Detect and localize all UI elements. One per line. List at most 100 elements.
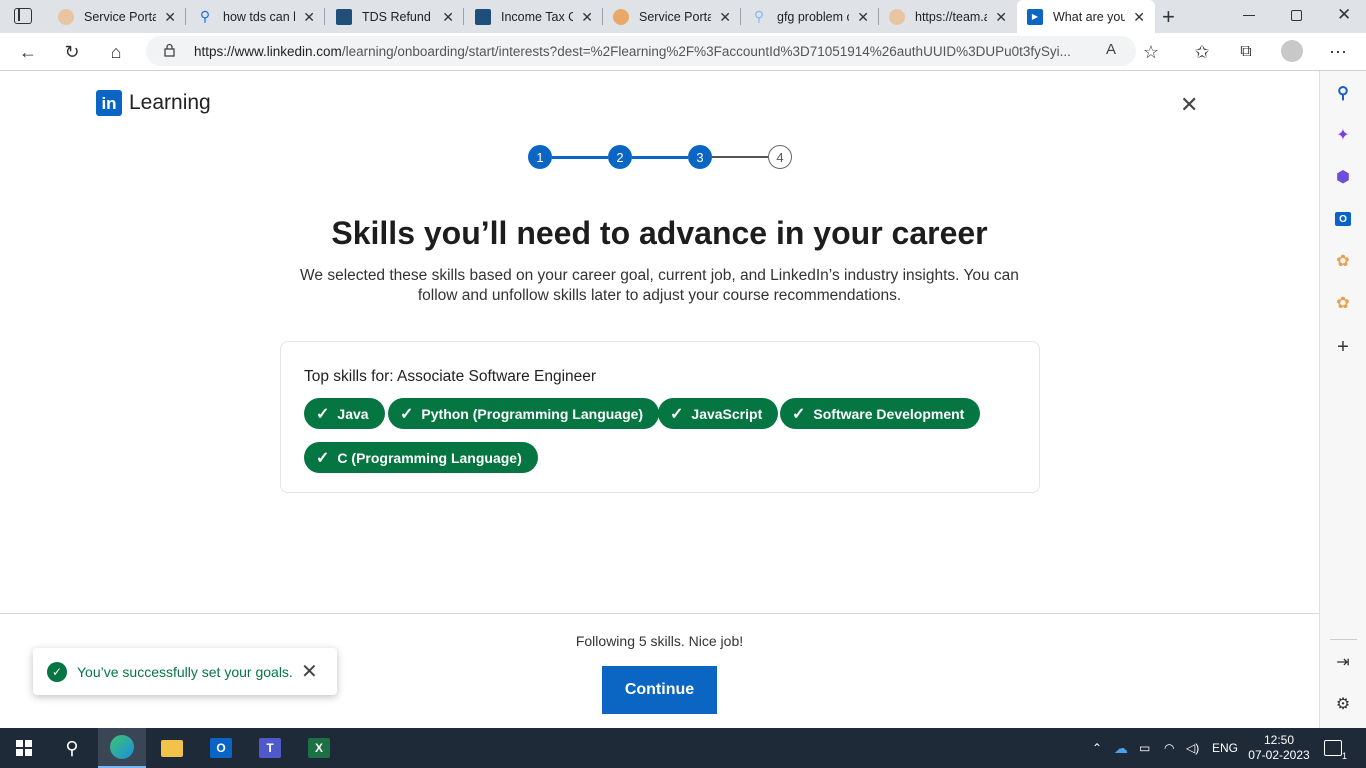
income-tax-icon: [336, 8, 352, 25]
refresh-icon[interactable]: ↻: [57, 37, 87, 67]
home-icon[interactable]: ⌂: [101, 37, 131, 67]
search-icon: ⚲: [753, 8, 765, 24]
checkmark-icon: ✓: [670, 405, 684, 423]
notification-count: 1: [1341, 751, 1347, 761]
skills-card: Top skills for: Associate Software Engin…: [280, 341, 1040, 493]
notification-icon[interactable]: 1: [1324, 728, 1347, 768]
url-path: /learning/onboarding/start/interests?des…: [341, 43, 1071, 59]
skill-pill-java[interactable]: ✓ Java: [304, 398, 385, 429]
close-icon[interactable]: ✕: [1180, 92, 1198, 118]
main-content: in Learning ✕ 1 2 3 4 Skills you’ll need…: [0, 71, 1319, 728]
skill-pill-python[interactable]: ✓ Python (Programming Language): [388, 398, 660, 429]
back-icon[interactable]: ←: [13, 37, 43, 67]
add-favorite-icon[interactable]: ☆: [1136, 37, 1166, 67]
lock-icon[interactable]: [164, 43, 175, 57]
browser-tab[interactable]: Service Portal ✕: [603, 0, 741, 33]
linkedin-learning-logo: in Learning: [96, 90, 211, 116]
success-toast: ✓ You’ve successfully set your goals. ✕: [33, 648, 337, 695]
browser-tab[interactable]: Income Tax C ✕: [465, 0, 603, 33]
tab-actions-icon[interactable]: [14, 8, 32, 24]
browser-toolbar: ← ↻ ⌂ https://www.linkedin.com/learning/…: [0, 33, 1366, 71]
edge-icon[interactable]: [98, 728, 146, 768]
close-tab-icon[interactable]: ✕: [442, 9, 454, 26]
page-title: Skills you’ll need to advance in your ca…: [331, 215, 988, 251]
office-icon[interactable]: ⬢: [1332, 166, 1354, 188]
profile-avatar[interactable]: [1281, 40, 1303, 62]
close-tab-icon[interactable]: ✕: [995, 9, 1007, 26]
windows-taskbar: ⚲ O T X ⌃ ☁ ▭ ◠ ◁) ENG 12:50 07-02-2023 …: [0, 728, 1366, 768]
browser-tab[interactable]: TDS Refund - ✕: [326, 0, 464, 33]
close-tab-icon[interactable]: ✕: [303, 9, 315, 26]
clock-time: 12:50: [1263, 733, 1295, 747]
browser-tab[interactable]: ⚲ gfg problem o ✕: [741, 0, 879, 33]
stepper-line: [632, 156, 688, 159]
continue-button[interactable]: Continue: [602, 666, 717, 714]
address-bar[interactable]: https://www.linkedin.com/learning/onboar…: [146, 36, 1136, 66]
sidebar-settings-icon[interactable]: ⚙: [1332, 693, 1354, 715]
search-icon[interactable]: ⚲: [1332, 82, 1354, 104]
excel-icon[interactable]: X: [295, 728, 343, 768]
file-explorer-icon[interactable]: [148, 728, 196, 768]
stepper-line: [712, 156, 768, 158]
add-sidebar-app-icon[interactable]: +: [1332, 336, 1354, 358]
close-window-button[interactable]: ✕: [1337, 5, 1351, 25]
outlook-icon[interactable]: O: [1332, 208, 1354, 230]
restore-button[interactable]: [1291, 10, 1302, 21]
service-portal-icon: [889, 8, 905, 25]
browser-tab[interactable]: https://team.a ✕: [879, 0, 1017, 33]
copilot-icon[interactable]: ✦: [1332, 124, 1354, 146]
close-tab-icon[interactable]: ✕: [164, 9, 176, 26]
show-hidden-icons[interactable]: ⌃: [1092, 728, 1102, 768]
checkmark-icon: ✓: [316, 405, 330, 423]
volume-icon[interactable]: ◁): [1186, 728, 1199, 768]
browser-tab[interactable]: ⚲ how tds can b ✕: [187, 0, 325, 33]
close-tab-icon[interactable]: ✕: [1133, 9, 1145, 26]
checkmark-icon: ✓: [792, 405, 806, 423]
browser-tab-strip: Service Portal ✕ ⚲ how tds can b ✕ TDS R…: [0, 0, 1366, 33]
clock[interactable]: 12:50 07-02-2023: [1246, 728, 1312, 768]
service-portal-icon: [613, 8, 629, 25]
dismiss-toast-icon[interactable]: ✕: [301, 659, 318, 684]
toast-message: You’ve successfully set your goals.: [77, 663, 293, 680]
service-portal-icon[interactable]: ✿: [1332, 250, 1354, 272]
service-portal-icon: [58, 8, 74, 25]
read-aloud-icon[interactable]: A: [1106, 41, 1116, 58]
skill-pill-javascript[interactable]: ✓ JavaScript: [658, 398, 779, 429]
close-tab-icon[interactable]: ✕: [581, 9, 593, 26]
browser-tab[interactable]: Service Portal ✕: [48, 0, 186, 33]
close-tab-icon[interactable]: ✕: [719, 9, 731, 26]
income-tax-icon: [475, 8, 491, 25]
browser-tab-active[interactable]: ▶ What are you ✕: [1017, 0, 1155, 33]
teams-icon[interactable]: T: [246, 728, 294, 768]
hide-sidebar-icon[interactable]: ⇥: [1332, 651, 1354, 673]
success-check-icon: ✓: [47, 661, 67, 682]
windows-start-icon[interactable]: [0, 728, 48, 768]
outlook-taskbar-icon[interactable]: O: [197, 728, 245, 768]
skill-pill-c[interactable]: ✓ C (Programming Language): [304, 442, 538, 473]
step-3: 3: [688, 145, 712, 169]
wifi-icon[interactable]: ◠: [1164, 728, 1174, 768]
favorites-icon[interactable]: ✩: [1187, 37, 1217, 67]
url-domain: https://www.linkedin.com: [194, 43, 342, 59]
battery-icon[interactable]: ▭: [1139, 728, 1150, 768]
step-2: 2: [608, 145, 632, 169]
step-4: 4: [768, 145, 792, 169]
taskbar-search-icon[interactable]: ⚲: [48, 728, 96, 768]
close-tab-icon[interactable]: ✕: [857, 9, 869, 26]
new-tab-button[interactable]: +: [1162, 4, 1175, 30]
checkmark-icon: ✓: [400, 405, 414, 423]
minimize-button[interactable]: [1243, 15, 1255, 16]
language-indicator[interactable]: ENG: [1212, 728, 1238, 768]
linkedin-badge: in: [96, 90, 122, 116]
checkmark-icon: ✓: [316, 449, 330, 467]
stepper-line: [552, 156, 608, 159]
collections-icon[interactable]: ⧉: [1231, 37, 1261, 67]
linkedin-learning-icon: ▶: [1027, 8, 1043, 25]
service-portal-icon[interactable]: ✿: [1332, 292, 1354, 314]
following-count-text: Following 5 skills. Nice job!: [575, 633, 744, 649]
skill-pill-software-development[interactable]: ✓ Software Development: [780, 398, 981, 429]
onedrive-icon[interactable]: ☁: [1114, 728, 1128, 768]
search-icon: ⚲: [199, 8, 211, 24]
settings-menu-icon[interactable]: ⋯: [1323, 37, 1353, 67]
page-description: We selected these skills based on your c…: [300, 267, 1019, 304]
